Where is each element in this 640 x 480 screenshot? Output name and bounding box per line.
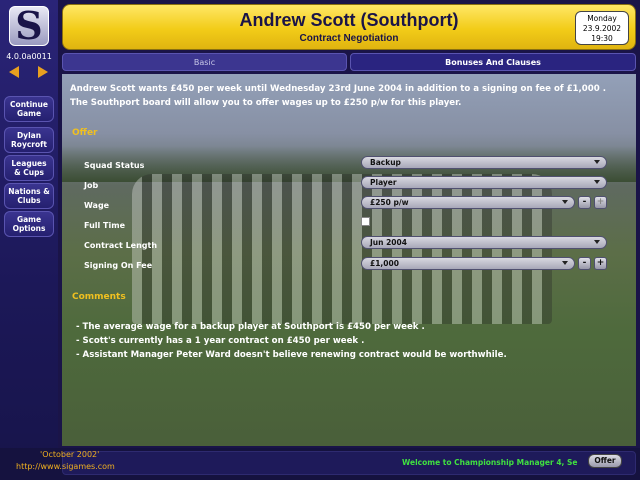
news-ticker-text[interactable]: Welcome to Championship Manager 4, Selec… <box>402 458 578 467</box>
sidebar-item-continue-game[interactable]: Continue Game <box>4 96 54 122</box>
chevron-down-icon <box>562 200 568 204</box>
back-arrow-icon[interactable] <box>9 66 19 78</box>
contract-length-dropdown[interactable]: Jun 2004 <box>361 236 607 249</box>
tab-bonuses-clauses[interactable]: Bonuses And Clauses <box>350 53 636 71</box>
negotiation-intro: Andrew Scott wants £450 per week until W… <box>70 82 630 110</box>
version-label: 4.0.0a0011 <box>6 52 52 61</box>
wage-dropdown[interactable]: £250 p/w <box>361 196 575 209</box>
wage-increase-button[interactable]: + <box>594 196 607 209</box>
header-banner: Andrew Scott (Southport) Contract Negoti… <box>62 4 636 50</box>
footer: 'October 2002' http://www.sigames.com We… <box>0 448 640 480</box>
date-time: 19:30 <box>591 34 613 43</box>
fee-decrease-button[interactable]: - <box>578 257 591 270</box>
full-time-label: Full Time <box>84 221 125 230</box>
contract-length-label: Contract Length <box>84 241 158 250</box>
chevron-down-icon <box>594 180 600 184</box>
forward-arrow-icon[interactable] <box>38 66 48 78</box>
footer-url-link[interactable]: http://www.sigames.com <box>16 462 115 471</box>
date-box[interactable]: Monday 23.9.2002 19:30 <box>575 11 629 45</box>
sidebar-item-nations-clubs[interactable]: Nations & Clubs <box>4 183 54 209</box>
chevron-down-icon <box>594 160 600 164</box>
job-label: Job <box>84 181 99 190</box>
job-value: Player <box>370 178 397 187</box>
chevron-down-icon <box>594 240 600 244</box>
intro-line-demand: Andrew Scott wants £450 per week until W… <box>70 84 606 94</box>
sidebar-item-manager[interactable]: Dylan Roycroft <box>4 127 54 153</box>
chevron-down-icon <box>562 261 568 265</box>
comments-section-title: Comments <box>72 292 126 302</box>
fee-increase-button[interactable]: + <box>594 257 607 270</box>
squad-status-label: Squad Status <box>84 161 145 170</box>
comment-item: - The average wage for a backup player a… <box>76 322 425 332</box>
signing-on-fee-value: £1,000 <box>370 259 399 268</box>
tab-basic[interactable]: Basic <box>62 53 347 71</box>
sidebar-item-leagues-cups[interactable]: Leagues & Cups <box>4 155 54 181</box>
date-day: Monday <box>587 14 617 23</box>
comment-item: - Assistant Manager Peter Ward doesn't b… <box>76 350 507 360</box>
offer-button[interactable]: Offer <box>588 454 622 468</box>
full-time-checkbox[interactable] <box>361 217 370 226</box>
contract-panel: Andrew Scott wants £450 per week until W… <box>62 74 636 446</box>
comment-item: - Scott's currently has a 1 year contrac… <box>76 336 365 346</box>
sidebar-item-game-options[interactable]: Game Options <box>4 211 54 237</box>
page-subtitle: Contract Negotiation <box>299 33 399 44</box>
date-date: 23.9.2002 <box>582 24 622 33</box>
wage-label: Wage <box>84 201 110 210</box>
signing-on-fee-dropdown[interactable]: £1,000 <box>361 257 575 270</box>
wage-decrease-button[interactable]: - <box>578 196 591 209</box>
page-title[interactable]: Andrew Scott (Southport) <box>63 10 635 31</box>
footer-date-text: 'October 2002' <box>40 450 100 459</box>
wage-value: £250 p/w <box>370 198 409 207</box>
contract-length-value: Jun 2004 <box>370 238 407 247</box>
squad-status-dropdown[interactable]: Backup <box>361 156 607 169</box>
offer-section-title: Offer <box>72 128 98 138</box>
signing-on-fee-label: Signing On Fee <box>84 261 153 270</box>
job-dropdown[interactable]: Player <box>361 176 607 189</box>
intro-line-board: The Southport board will allow you to of… <box>70 98 462 108</box>
sidebar: S 4.0.0a0011 Continue Game Dylan Roycrof… <box>0 0 58 480</box>
squad-status-value: Backup <box>370 158 401 167</box>
app-logo: S <box>9 3 49 48</box>
